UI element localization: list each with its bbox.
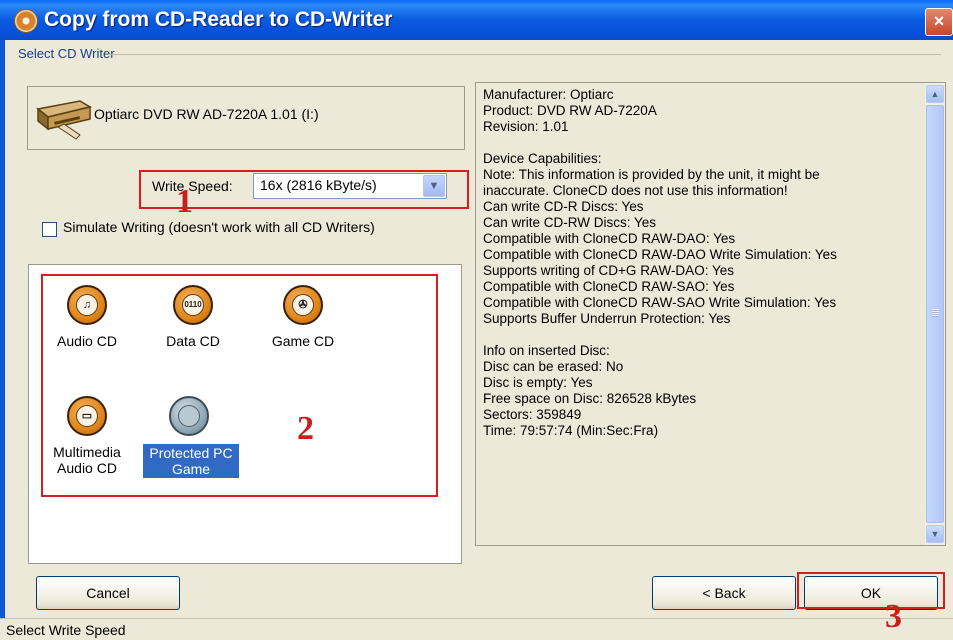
status-bar: Select Write Speed xyxy=(0,618,953,640)
info-line: Revision: 1.01 xyxy=(483,119,569,134)
disc-type-label: Protected PC Game xyxy=(143,444,239,478)
simulate-writing-checkbox[interactable] xyxy=(42,222,57,237)
disc-type-label: Multimedia Audio CD xyxy=(53,444,121,476)
info-line: Manufacturer: Optiarc xyxy=(483,87,614,102)
scroll-down-icon[interactable]: ▼ xyxy=(926,525,944,543)
multimedia-audio-cd-icon: ▭ xyxy=(67,396,107,436)
info-line: Info on inserted Disc: xyxy=(483,343,610,358)
info-line: inaccurate. CloneCD does not use this in… xyxy=(483,183,788,198)
back-button[interactable]: < Back xyxy=(652,576,796,610)
cancel-button[interactable]: Cancel xyxy=(36,576,180,610)
cd-drive-icon xyxy=(36,100,92,140)
app-disc-icon xyxy=(14,9,38,33)
info-line: Compatible with CloneCD RAW-SAO Write Si… xyxy=(483,295,837,310)
info-line: Compatible with CloneCD RAW-DAO: Yes xyxy=(483,231,736,246)
annotation-number-3: 3 xyxy=(885,598,902,635)
disc-type-label: Game CD xyxy=(271,333,335,349)
device-info-panel[interactable]: Manufacturer: Optiarc Product: DVD RW AD-… xyxy=(475,82,946,546)
chevron-down-icon[interactable]: ▼ xyxy=(423,175,445,197)
info-line: Supports writing of CD+G RAW-DAO: Yes xyxy=(483,263,734,278)
info-line: Disc is empty: Yes xyxy=(483,375,593,390)
game-cd-icon: ✇ xyxy=(283,285,323,325)
info-line: Disc can be erased: No xyxy=(483,359,624,374)
vertical-scrollbar[interactable]: ▲ ▼ xyxy=(925,83,945,545)
info-line: Can write CD-R Discs: Yes xyxy=(483,199,644,214)
info-line: Can write CD-RW Discs: Yes xyxy=(483,215,657,230)
group-divider xyxy=(108,54,941,55)
info-line: Product: DVD RW AD-7220A xyxy=(483,103,657,118)
write-speed-dropdown[interactable]: 16x (2816 kByte/s) ▼ xyxy=(253,173,447,199)
disc-type-protected-pc-game[interactable]: Protected PC Game xyxy=(143,396,239,478)
info-line: Note: This information is provided by th… xyxy=(483,167,820,182)
annotation-number-1: 1 xyxy=(176,183,193,220)
write-speed-value: 16x (2816 kByte/s) xyxy=(260,177,377,193)
disc-type-multimedia-audio-cd[interactable]: ▭ Multimedia Audio CD xyxy=(41,396,133,476)
info-line: Supports Buffer Underrun Protection: Yes xyxy=(483,311,731,326)
simulate-writing-label[interactable]: Simulate Writing (doesn't work with all … xyxy=(63,219,375,235)
disc-type-data-cd[interactable]: 0110 Data CD xyxy=(147,285,239,349)
disc-type-label: Audio CD xyxy=(57,333,117,349)
group-label-select-writer: Select CD Writer xyxy=(18,46,115,61)
annotation-number-2: 2 xyxy=(297,410,314,447)
window-title: Copy from CD-Reader to CD-Writer xyxy=(44,8,393,31)
data-cd-icon: 0110 xyxy=(173,285,213,325)
info-line: Compatible with CloneCD RAW-DAO Write Si… xyxy=(483,247,837,262)
info-line: Free space on Disc: 826528 kBytes xyxy=(483,391,697,406)
disc-type-panel: ♫ Audio CD 0110 Data CD ✇ Game CD ▭ Mult… xyxy=(28,264,462,564)
info-line: Time: 79:57:74 (Min:Sec:Fra) xyxy=(483,423,659,438)
cd-writer-name: Optiarc DVD RW AD-7220A 1.01 (I:) xyxy=(94,106,319,122)
audio-cd-icon: ♫ xyxy=(67,285,107,325)
info-line: Sectors: 359849 xyxy=(483,407,582,422)
info-line: Device Capabilities: xyxy=(483,151,602,166)
disc-type-audio-cd[interactable]: ♫ Audio CD xyxy=(41,285,133,349)
scroll-thumb[interactable] xyxy=(926,105,944,523)
info-blank-line xyxy=(483,135,923,151)
scroll-up-icon[interactable]: ▲ xyxy=(926,85,944,103)
device-info-text: Manufacturer: Optiarc Product: DVD RW AD-… xyxy=(483,87,923,439)
close-button[interactable]: × xyxy=(925,8,953,36)
ok-button[interactable]: OK xyxy=(804,576,938,610)
protected-pc-game-icon xyxy=(169,396,209,436)
window-frame xyxy=(0,40,5,639)
cd-writer-selector[interactable]: Optiarc DVD RW AD-7220A 1.01 (I:) xyxy=(27,86,465,150)
title-bar[interactable]: Copy from CD-Reader to CD-Writer × xyxy=(0,0,953,40)
info-blank-line xyxy=(483,327,923,343)
status-text: Select Write Speed xyxy=(6,622,126,638)
disc-type-game-cd[interactable]: ✇ Game CD xyxy=(257,285,349,349)
disc-type-label: Data CD xyxy=(166,333,220,349)
info-line: Compatible with CloneCD RAW-SAO: Yes xyxy=(483,279,735,294)
